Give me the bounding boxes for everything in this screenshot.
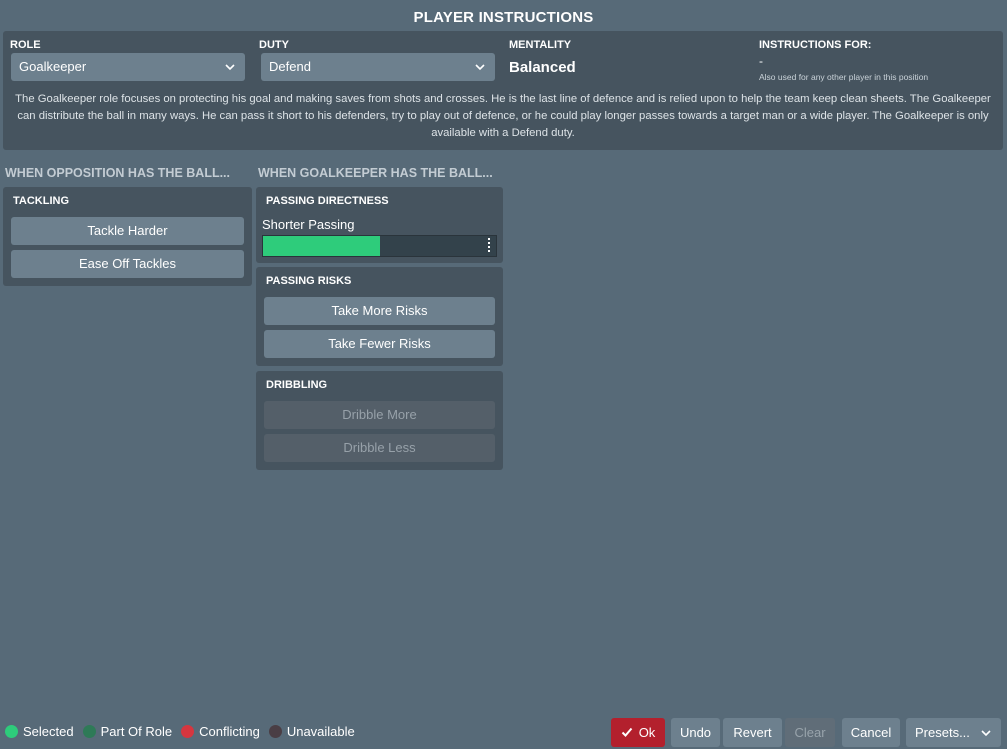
- presets-dropdown[interactable]: Presets...: [906, 718, 1001, 747]
- duty-select[interactable]: Defend: [261, 53, 495, 81]
- ease-off-tackles-button[interactable]: Ease Off Tackles: [11, 250, 244, 278]
- legend-selected: Selected: [5, 724, 74, 739]
- passing-directness-title: PASSING DIRECTNESS: [266, 195, 389, 207]
- take-fewer-risks-button[interactable]: Take Fewer Risks: [264, 330, 495, 358]
- page-title: PLAYER INSTRUCTIONS: [413, 9, 594, 26]
- passing-risks-title: PASSING RISKS: [266, 275, 352, 287]
- dribbling-title: DRIBBLING: [266, 379, 328, 391]
- chevron-down-icon: [225, 64, 235, 71]
- tackling-box: TACKLING Tackle Harder Ease Off Tackles: [3, 187, 252, 286]
- legend-part-of-role: Part Of Role: [82, 724, 173, 739]
- duty-select-value: Defend: [269, 59, 311, 74]
- slider-fill: [263, 236, 380, 256]
- slider-end-marker: [488, 238, 490, 254]
- legend: Selected Part Of Role Conflicting Unavai…: [5, 724, 364, 739]
- ok-button[interactable]: Ok: [611, 718, 665, 747]
- chevron-down-icon: [981, 730, 991, 737]
- role-select[interactable]: Goalkeeper: [11, 53, 245, 81]
- presets-label: Presets...: [915, 725, 970, 740]
- legend-label: Unavailable: [286, 724, 355, 739]
- undo-button[interactable]: Undo: [671, 718, 720, 747]
- conflicting-dot-icon: [181, 725, 195, 738]
- role-description: The Goalkeeper role focuses on protectin…: [15, 93, 991, 139]
- role-panel: ROLE Goalkeeper DUTY Defend MENTALITY Ba…: [3, 31, 1003, 150]
- instructions-for-value: -: [759, 54, 763, 68]
- legend-label: Conflicting: [199, 724, 260, 739]
- dribbling-box: DRIBBLING Dribble More Dribble Less: [256, 371, 503, 470]
- mentality-value: Balanced: [509, 59, 576, 76]
- legend-label: Selected: [23, 724, 74, 739]
- revert-button[interactable]: Revert: [723, 718, 782, 747]
- passing-directness-slider[interactable]: [262, 235, 497, 257]
- selected-dot-icon: [5, 725, 18, 738]
- clear-button: Clear: [785, 718, 835, 747]
- tackle-harder-button[interactable]: Tackle Harder: [11, 217, 244, 245]
- passing-directness-value: Shorter Passing: [262, 217, 355, 232]
- take-more-risks-button[interactable]: Take More Risks: [264, 297, 495, 325]
- passing-directness-box: PASSING DIRECTNESS Shorter Passing: [256, 187, 503, 263]
- part-of-role-dot-icon: [82, 725, 96, 738]
- tackling-title: TACKLING: [13, 195, 70, 207]
- cancel-button[interactable]: Cancel: [842, 718, 900, 747]
- role-select-value: Goalkeeper: [19, 59, 87, 74]
- ok-label: Ok: [638, 725, 656, 740]
- legend-unavailable: Unavailable: [268, 724, 355, 739]
- dribble-more-button: Dribble More: [264, 401, 495, 429]
- check-icon: [621, 727, 632, 737]
- legend-label: Part Of Role: [100, 724, 173, 739]
- passing-risks-box: PASSING RISKS Take More Risks Take Fewer…: [256, 267, 503, 366]
- dribble-less-button: Dribble Less: [264, 434, 495, 462]
- duty-label: DUTY: [259, 39, 289, 51]
- legend-conflicting: Conflicting: [181, 724, 260, 739]
- chevron-down-icon: [475, 64, 485, 71]
- possession-column-header: WHEN GOALKEEPER HAS THE BALL...: [258, 166, 493, 180]
- opposition-column-header: WHEN OPPOSITION HAS THE BALL...: [5, 166, 231, 180]
- unavailable-dot-icon: [268, 725, 282, 738]
- instructions-for-label: INSTRUCTIONS FOR:: [759, 39, 872, 51]
- role-label: ROLE: [10, 39, 41, 51]
- instructions-for-note: Also used for any other player in this p…: [759, 72, 929, 82]
- mentality-label: MENTALITY: [509, 39, 572, 51]
